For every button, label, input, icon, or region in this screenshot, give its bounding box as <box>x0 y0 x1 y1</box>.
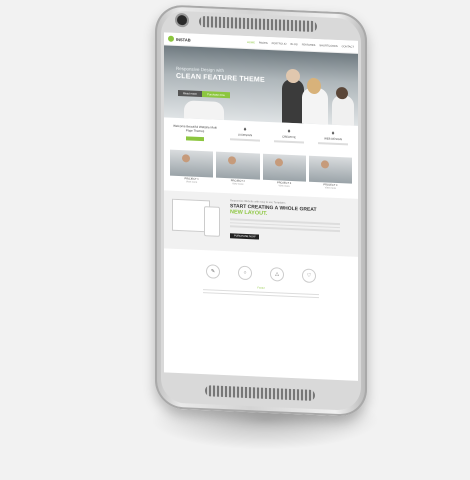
portfolio-link[interactable]: View more <box>309 186 352 191</box>
intro-title: Welcome Beautiful Website Multi Page The… <box>173 123 217 134</box>
portfolio-photo <box>308 155 352 184</box>
hero-title: CLEAN FEATURE THEME <box>176 72 265 84</box>
intro-text-block: Welcome Beautiful Website Multi Page The… <box>170 124 220 142</box>
feature-item: ♦ UI DESIGN <box>226 126 264 144</box>
heart-icon: ♡ <box>302 268 316 284</box>
front-camera-icon <box>177 14 187 26</box>
portfolio-link[interactable]: View more <box>263 184 306 189</box>
nav-item-home[interactable]: HOME <box>247 41 255 44</box>
hero-person <box>332 94 354 126</box>
nav-item-pages[interactable]: PAGES <box>259 41 268 44</box>
feature-label: WEB DESIGN <box>324 136 342 142</box>
nav-item-portfolio[interactable]: PORTFOLIO <box>272 42 287 46</box>
feature-label: UI DESIGN <box>237 132 253 138</box>
portfolio-card[interactable]: PROJECT 2 View more <box>216 151 260 187</box>
nav-item-features[interactable]: FEATURES <box>302 43 316 47</box>
promo-title-accent: NEW LAYOUT. <box>230 209 268 217</box>
site-logo[interactable]: INSTAB <box>168 35 191 43</box>
nav-item-shortcodes[interactable]: SHORTCODES <box>319 44 337 48</box>
rocket-icon: △ <box>270 267 284 282</box>
nav-menu: HOME PAGES PORTFOLIO BLOG FEATURES SHORT… <box>247 41 354 49</box>
hero-person <box>282 78 304 124</box>
promo-section: Responsive Website with easy to use Temp… <box>164 190 358 257</box>
purchase-button[interactable]: Purchase now <box>202 91 230 99</box>
portfolio-card[interactable]: PROJECT 1 View more <box>170 149 214 185</box>
logo-icon <box>168 35 174 42</box>
feature-text-placeholder <box>273 140 305 144</box>
hero-person-head <box>336 86 348 100</box>
nav-item-blog[interactable]: BLOG <box>291 42 298 45</box>
hero-banner: Responsive Design with CLEAN FEATURE THE… <box>164 45 358 126</box>
feature-item: ♦ WEB DESIGN <box>314 130 352 148</box>
phone-screen: INSTAB HOME PAGES PORTFOLIO BLOG FEATURE… <box>164 32 358 381</box>
portfolio-link[interactable]: View more <box>216 182 259 187</box>
hero-person <box>184 100 224 121</box>
feature-text-placeholder <box>229 138 261 142</box>
feature-text-placeholder <box>317 142 349 146</box>
portfolio-grid: PROJECT 1 View more PROJECT 2 View more … <box>164 145 358 192</box>
promo-purchase-button[interactable]: PURCHASE NOW <box>230 233 260 240</box>
feature-item: ♦ CREATIVE <box>270 128 308 146</box>
portfolio-card[interactable]: PROJECT 3 View more <box>262 153 306 189</box>
promo-body-text <box>230 218 340 233</box>
portfolio-card[interactable]: PROJECT 4 View more <box>308 155 352 191</box>
hero-subtitle: Responsive Design with <box>176 65 225 74</box>
logo-text: INSTAB <box>176 36 191 43</box>
smartphone-mockup: INSTAB HOME PAGES PORTFOLIO BLOG FEATURE… <box>155 4 367 418</box>
portfolio-photo <box>216 151 260 180</box>
tool-icon: ✎ <box>206 264 220 279</box>
portfolio-photo <box>262 153 306 182</box>
phone-mockup <box>204 206 220 237</box>
feature-label: CREATIVE <box>282 134 296 140</box>
intro-button[interactable] <box>186 136 204 142</box>
nav-item-contact[interactable]: CONTACT <box>342 45 354 49</box>
read-more-button[interactable]: Read more <box>178 90 202 98</box>
hero-person-head <box>307 77 321 95</box>
portfolio-photo <box>170 149 214 178</box>
portfolio-link[interactable]: View more <box>170 180 213 185</box>
hero-person-head <box>286 68 300 84</box>
globe-icon: ○ <box>238 265 252 281</box>
